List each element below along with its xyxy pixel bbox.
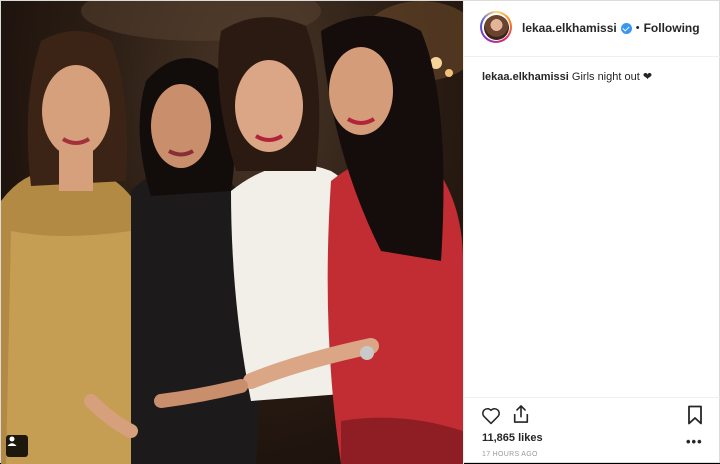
post-sidebar: lekaa.elkhamissi • Following lekaa.elkha… bbox=[463, 1, 720, 464]
action-bar bbox=[464, 397, 720, 433]
user-tag-icon bbox=[7, 436, 17, 446]
share-icon[interactable] bbox=[512, 404, 530, 424]
post-timestamp[interactable]: 17 HOURS AGO bbox=[482, 451, 538, 458]
verified-badge-icon bbox=[620, 22, 632, 34]
more-options-button[interactable]: ••• bbox=[686, 434, 703, 449]
caption-text: Girls night out ❤ bbox=[571, 71, 653, 83]
post-photo[interactable] bbox=[1, 1, 463, 464]
header-text: lekaa.elkhamissi • Following bbox=[522, 21, 700, 35]
separator-dot: • bbox=[635, 22, 640, 34]
avatar[interactable] bbox=[480, 11, 512, 43]
like-count[interactable]: 11,865 likes bbox=[482, 432, 543, 444]
avatar-ring-gap bbox=[482, 13, 510, 41]
username-link[interactable]: lekaa.elkhamissi bbox=[522, 21, 617, 35]
photo-illustration bbox=[1, 1, 463, 464]
bookmark-icon[interactable] bbox=[687, 405, 703, 425]
caption-username-link[interactable]: lekaa.elkhamissi bbox=[482, 71, 569, 83]
heart-icon[interactable] bbox=[481, 406, 501, 425]
post-caption: lekaa.elkhamissi Girls night out ❤ bbox=[482, 70, 652, 83]
tagged-users-button[interactable] bbox=[6, 435, 28, 457]
instagram-post: lekaa.elkhamissi • Following lekaa.elkha… bbox=[0, 0, 720, 464]
post-header: lekaa.elkhamissi • Following bbox=[464, 1, 720, 57]
following-button[interactable]: Following bbox=[644, 21, 700, 35]
avatar-image bbox=[483, 14, 509, 40]
